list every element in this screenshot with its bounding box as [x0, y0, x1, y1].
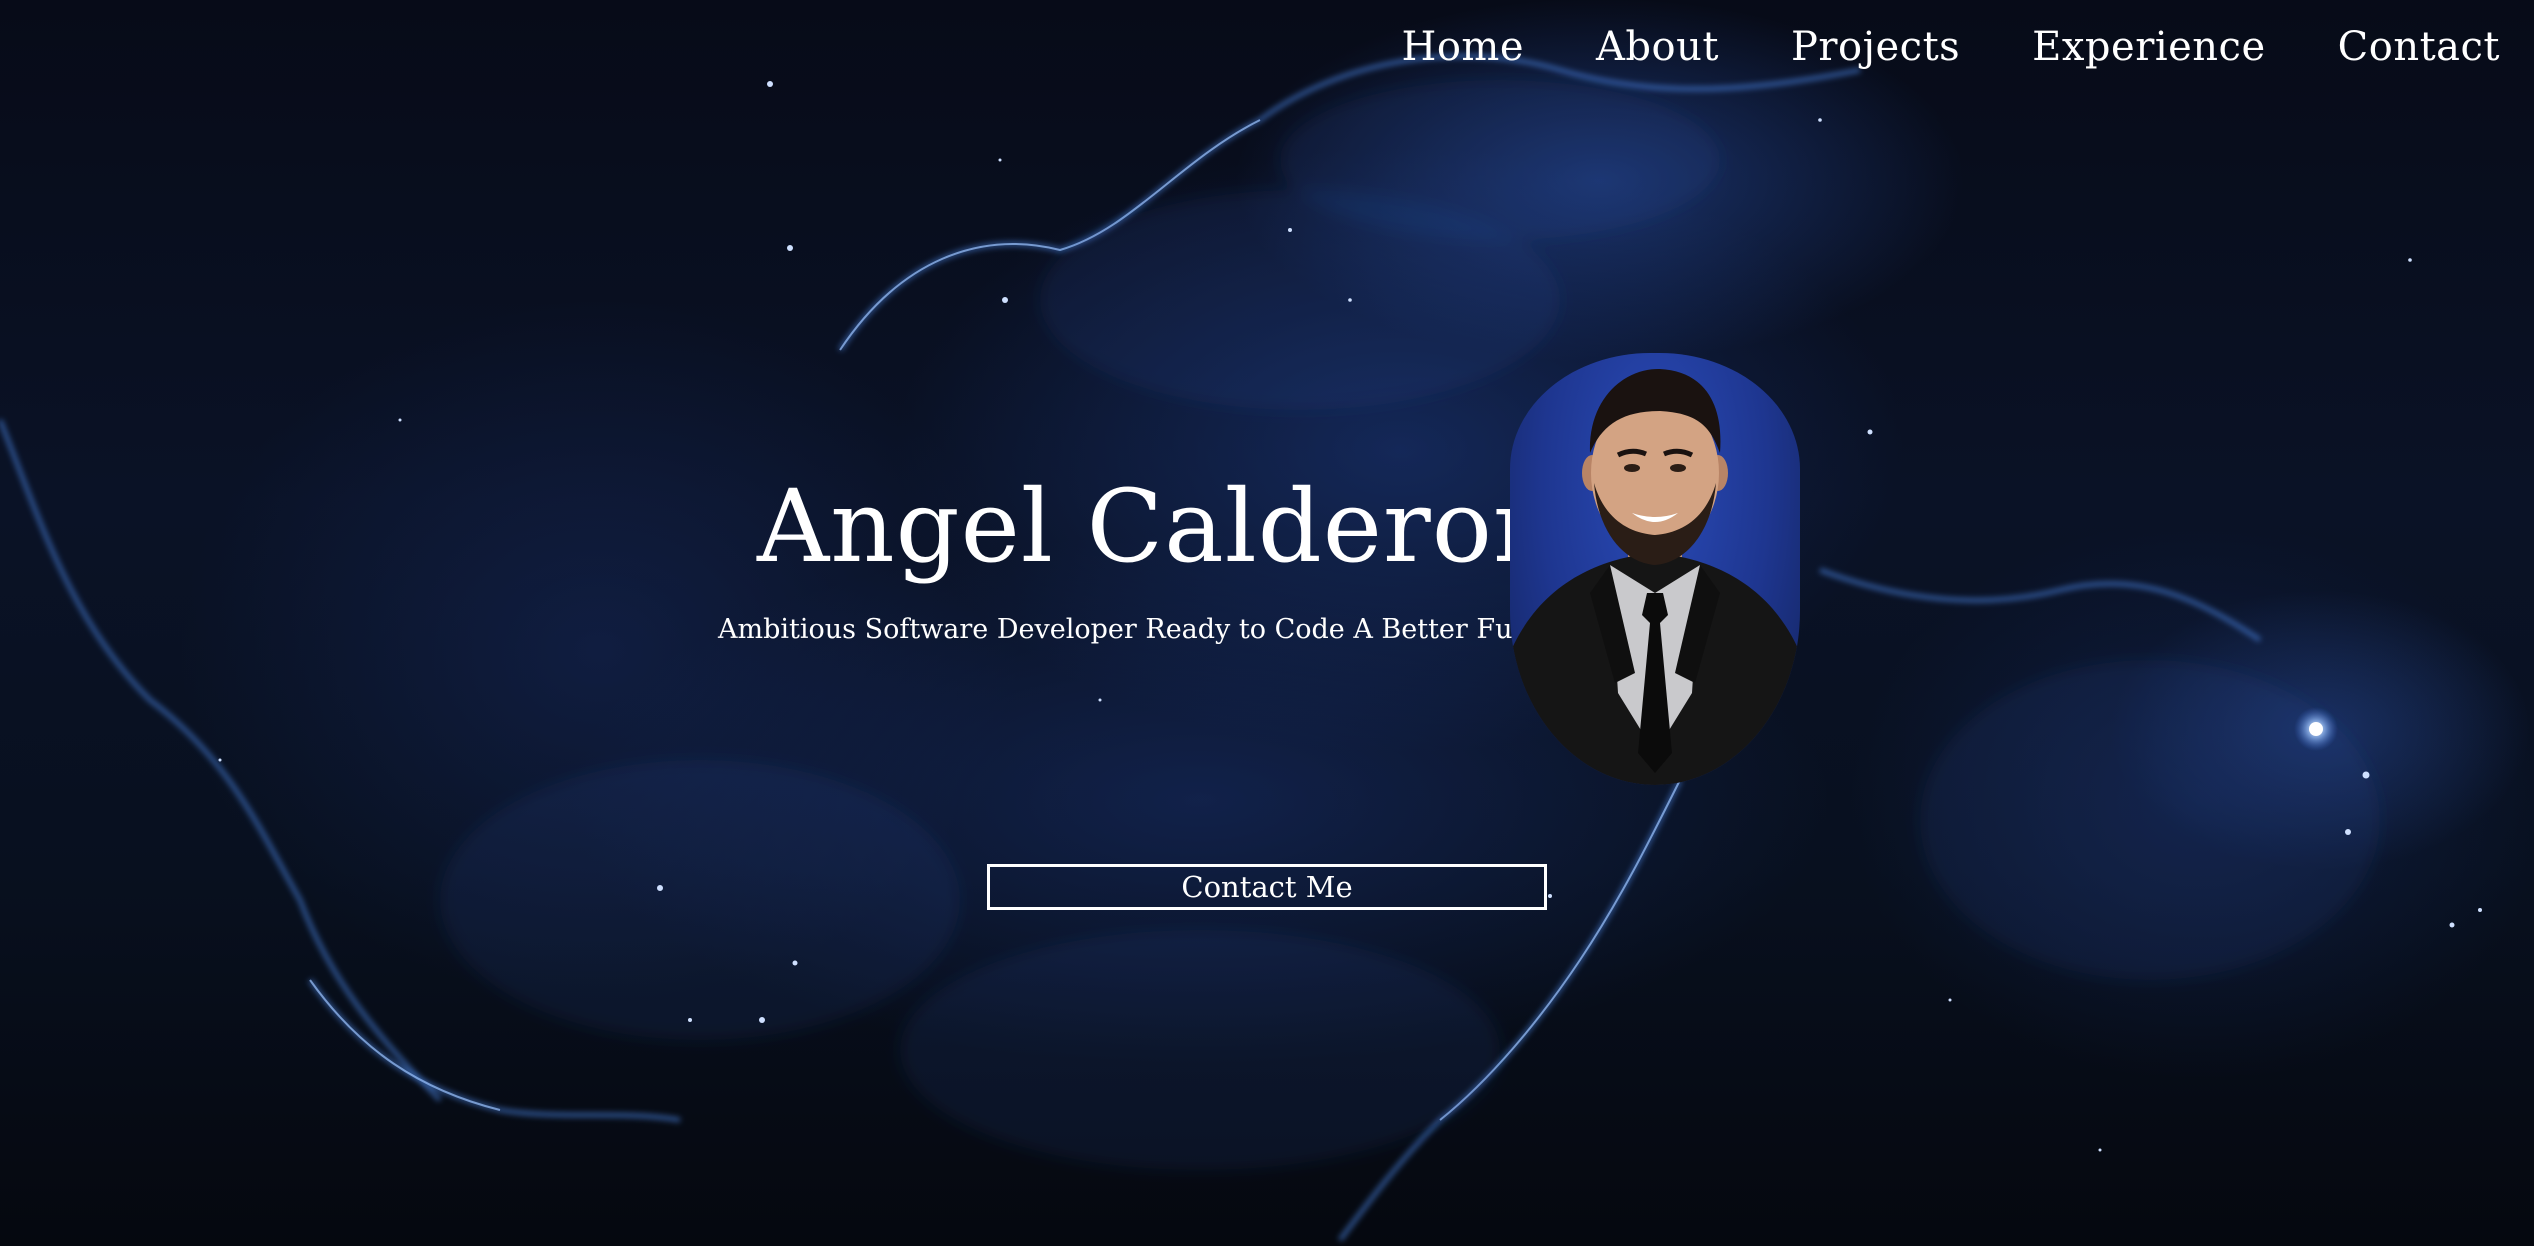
hero-page: Home About Projects Experience Contact A… — [0, 0, 2534, 1246]
nav-link-experience[interactable]: Experience — [2032, 24, 2265, 70]
main-nav: Home About Projects Experience Contact — [1401, 24, 2500, 70]
profile-photo-illustration — [1510, 368, 1800, 785]
hero-name: Angel Calderon — [757, 468, 1559, 585]
profile-photo — [1510, 353, 1800, 785]
contact-me-button[interactable]: Contact Me — [987, 864, 1547, 910]
hero-tagline: Ambitious Software Developer Ready to Co… — [718, 614, 1581, 645]
nav-link-projects[interactable]: Projects — [1791, 24, 1960, 70]
nav-link-about[interactable]: About — [1596, 24, 1719, 70]
nav-link-contact[interactable]: Contact — [2338, 24, 2500, 70]
nav-link-home[interactable]: Home — [1401, 24, 1524, 70]
